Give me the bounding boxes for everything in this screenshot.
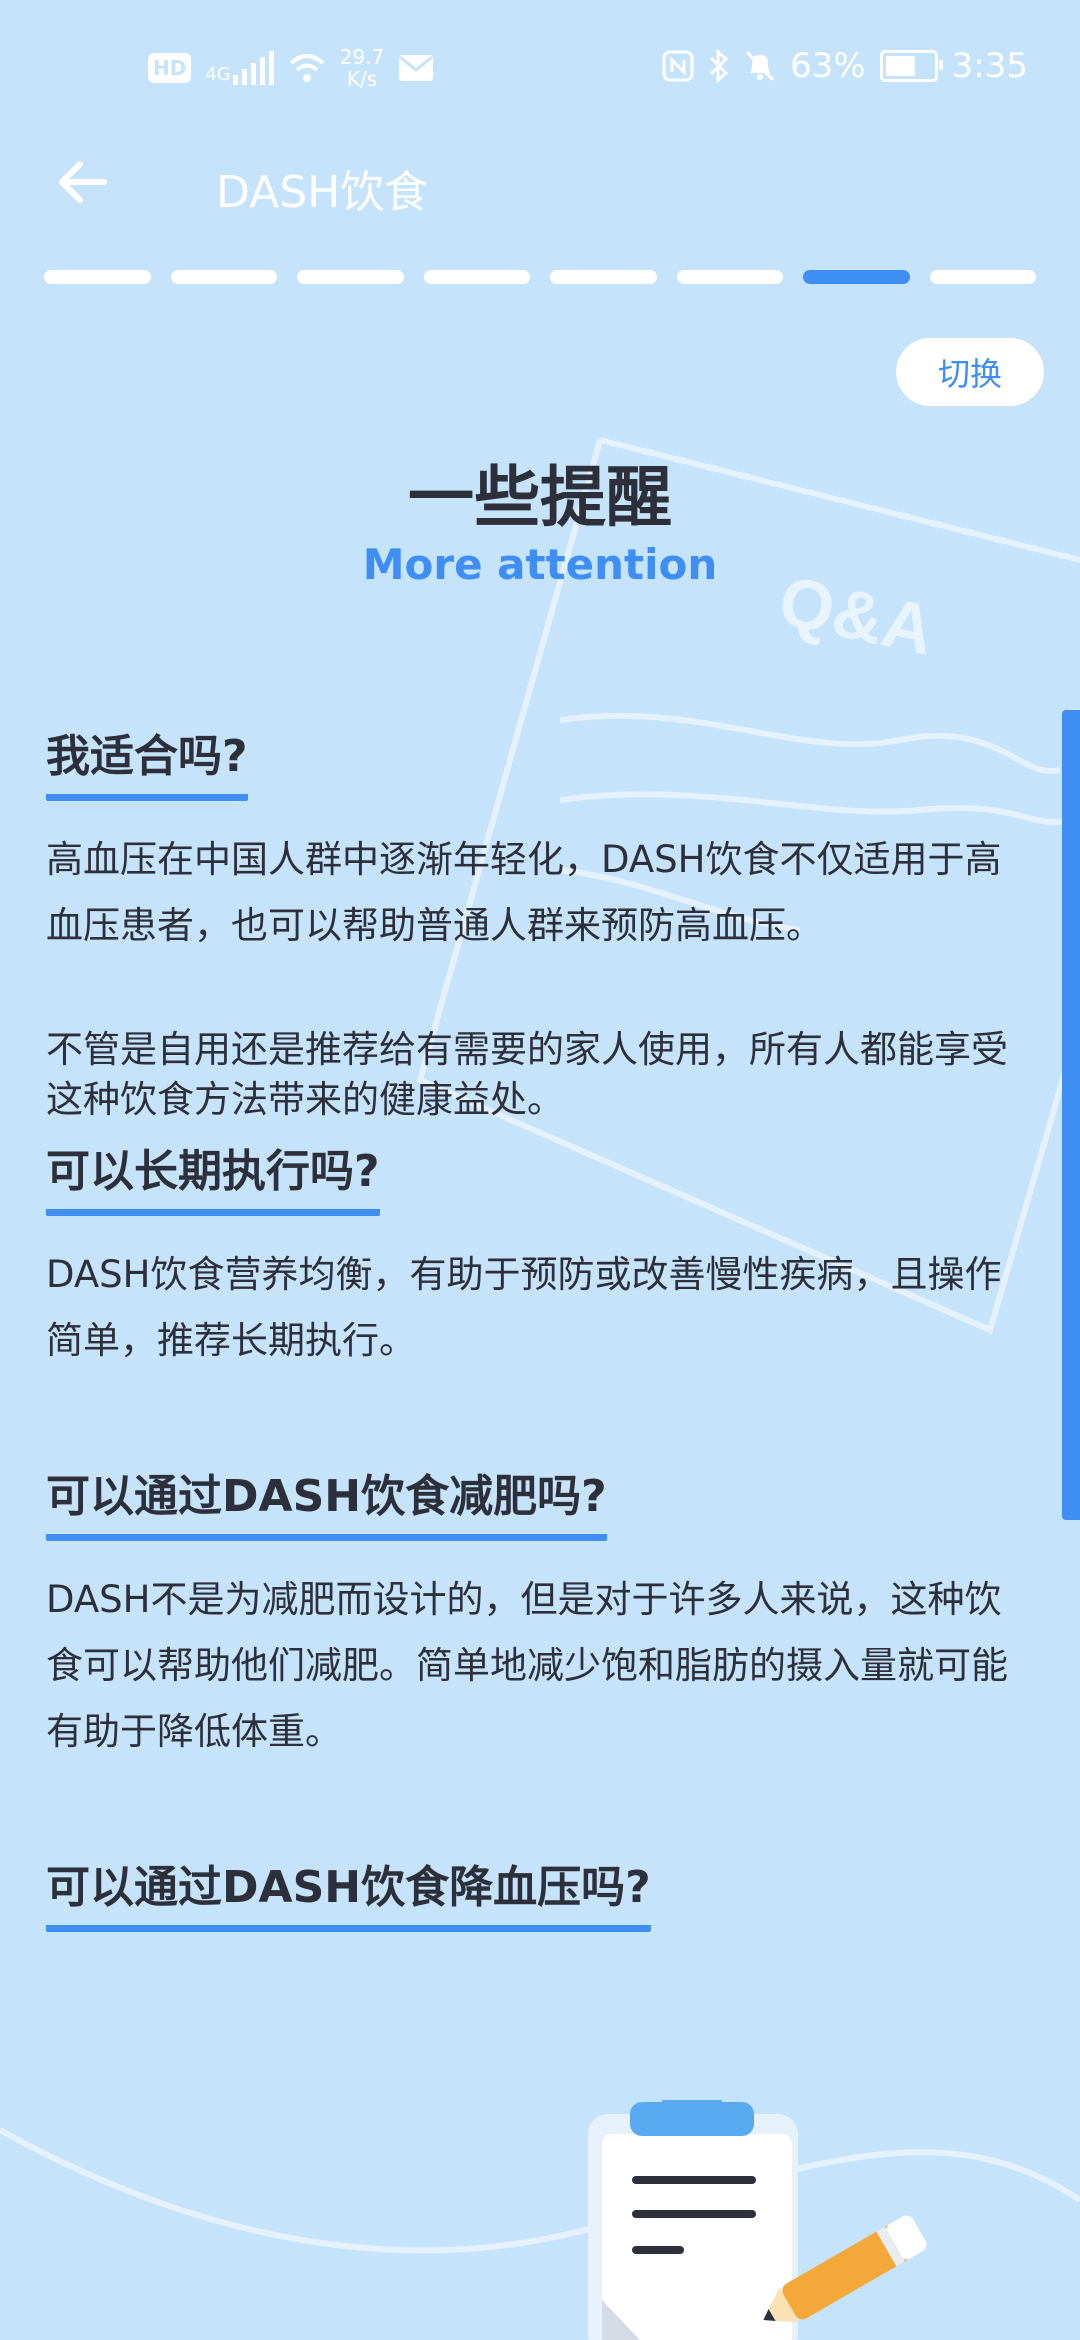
- section-heading: 可以通过DASH饮食降血压吗?: [46, 1851, 651, 1932]
- back-arrow-icon[interactable]: [54, 152, 114, 212]
- signal-icon: 4G: [205, 51, 274, 85]
- hero-title: 一些提醒: [408, 459, 672, 536]
- switch-button[interactable]: 切换: [896, 338, 1044, 406]
- section-suitable: 我适合吗? 高血压在中国人群中逐渐年轻化，DASH饮食不仅适用于高血压患者，也可…: [46, 720, 1026, 1125]
- step-progress: [44, 270, 1036, 284]
- hero-subtitle: More attention: [362, 540, 718, 589]
- status-left: HD 4G 29.7 K/s: [148, 46, 434, 90]
- section-paragraph: 高血压在中国人群中逐渐年轻化，DASH饮食不仅适用于高血压患者，也可以帮助普通人…: [46, 838, 1002, 947]
- section-paragraph: DASH不是为减肥而设计的，但是对于许多人来说，这种饮食可以帮助他们减肥。简单地…: [46, 1578, 1008, 1753]
- section-heading: 我适合吗?: [46, 720, 248, 801]
- clipboard-illustration: [588, 2100, 927, 2340]
- progress-step: [803, 270, 910, 284]
- progress-step: [929, 270, 1036, 284]
- status-right: 63% 3:35: [662, 46, 1028, 86]
- battery-percent: 63%: [790, 46, 866, 86]
- hd-icon: HD: [148, 53, 192, 83]
- mail-icon: [399, 55, 434, 81]
- progress-step: [676, 270, 783, 284]
- scrollbar[interactable]: [1062, 710, 1080, 1520]
- battery-icon: [879, 50, 943, 82]
- content-scroll[interactable]: 我适合吗? 高血压在中国人群中逐渐年轻化，DASH饮食不仅适用于高血压患者，也可…: [46, 720, 1026, 2005]
- section-paragraph: 不管是自用还是推荐给有需要的家人使用，所有人都能享受这种饮食方法带来的健康益处。: [46, 1028, 1008, 1121]
- nfc-icon: [662, 50, 694, 82]
- progress-step: [170, 270, 277, 284]
- bluetooth-icon: [710, 49, 729, 83]
- progress-step: [44, 270, 151, 284]
- section-blood-pressure: 可以通过DASH饮食降血压吗?: [46, 1851, 1026, 1932]
- section-long-term: 可以长期执行吗? DASH饮食营养均衡，有助于预防或改善慢性疾病，且操作简单，推…: [46, 1135, 1026, 1374]
- section-weight-loss: 可以通过DASH饮食减肥吗? DASH不是为减肥而设计的，但是对于许多人来说，这…: [46, 1460, 1026, 1765]
- section-heading: 可以通过DASH饮食减肥吗?: [46, 1460, 607, 1541]
- network-speed: 29.7 K/s: [339, 45, 385, 91]
- network-type: 4G: [205, 64, 231, 85]
- mute-icon: [745, 50, 775, 82]
- page-title: DASH饮食: [216, 167, 429, 218]
- progress-step: [550, 270, 657, 284]
- wifi-icon: [289, 54, 325, 82]
- progress-step: [423, 270, 530, 284]
- progress-step: [297, 270, 404, 284]
- section-paragraph: DASH饮食营养均衡，有助于预防或改善慢性疾病，且操作简单，推荐长期执行。: [46, 1253, 1002, 1362]
- clock: 3:35: [951, 46, 1028, 86]
- section-heading: 可以长期执行吗?: [46, 1135, 380, 1216]
- status-bar: HD 4G 29.7 K/s 63% 3:35: [0, 0, 1080, 140]
